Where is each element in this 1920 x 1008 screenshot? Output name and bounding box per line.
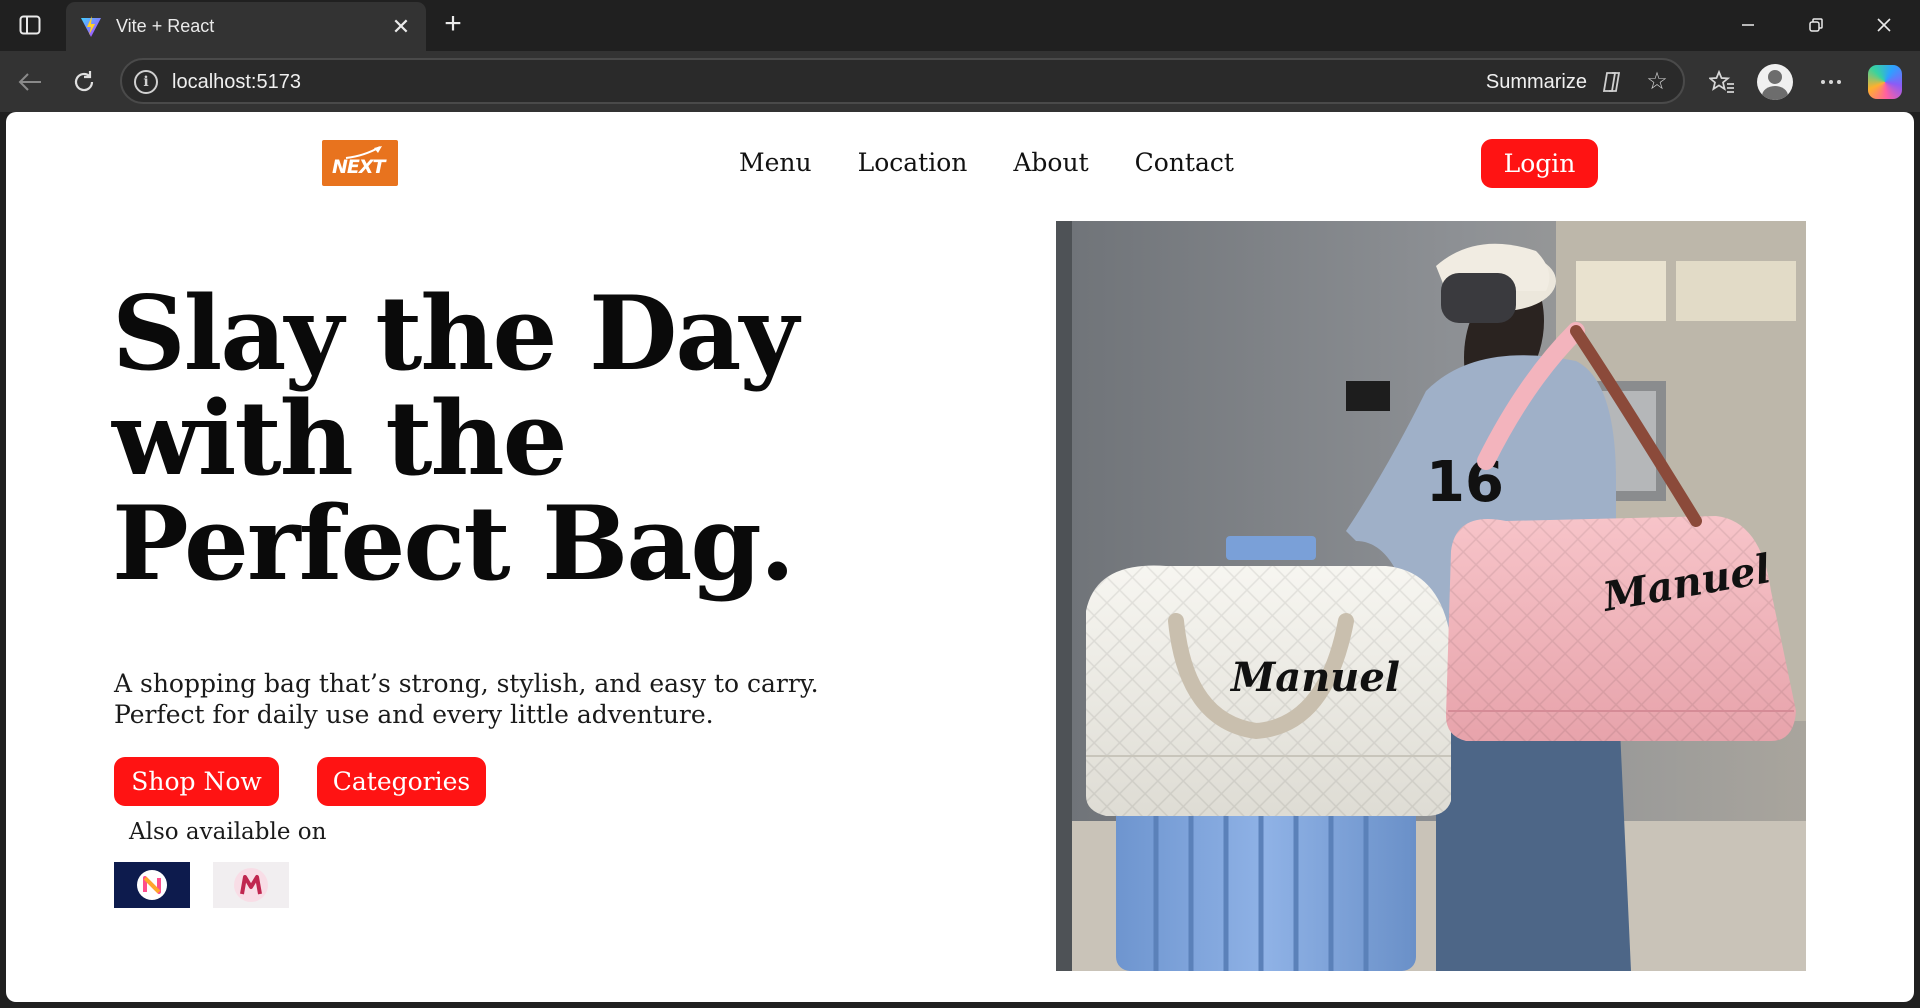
hero-heading-line: Slay the Day [112, 274, 799, 394]
copilot-icon[interactable] [1868, 65, 1902, 99]
restore-icon[interactable] [1796, 8, 1836, 42]
also-available-label: Also available on [129, 819, 327, 845]
nav-link-about[interactable]: About [1013, 148, 1088, 178]
hero-heading: Slay the Day with the Perfect Bag. [112, 282, 832, 597]
vite-logo-icon [78, 14, 104, 40]
store-logo-m-icon [234, 868, 268, 902]
browser-tab[interactable]: Vite + React ✕ [66, 2, 426, 51]
back-arrow-icon[interactable] [12, 64, 48, 100]
login-button[interactable]: Login [1481, 139, 1598, 188]
reload-icon[interactable] [66, 64, 102, 100]
site-info-icon[interactable]: i [134, 70, 158, 94]
minimize-icon[interactable] [1728, 8, 1768, 42]
shop-now-button[interactable]: Shop Now [114, 757, 279, 806]
sidebar-toggle-icon[interactable] [14, 12, 46, 38]
hero-product-photo: 16 Manuel Manuel [1056, 221, 1806, 971]
hero-heading-line: Perfect Bag. [112, 484, 795, 604]
nav-link-location[interactable]: Location [858, 148, 968, 178]
nav-link-menu[interactable]: Menu [739, 148, 812, 178]
brand-logo[interactable]: NEXT [322, 140, 398, 186]
left-bag-label: Manuel [1229, 654, 1400, 701]
browser-titlebar: Vite + React ✕ + [0, 0, 1920, 51]
tab-title: Vite + React [116, 16, 215, 36]
close-tab-icon[interactable]: ✕ [386, 12, 416, 42]
nav-link-contact[interactable]: Contact [1135, 148, 1234, 178]
favorite-star-icon[interactable]: ☆ [1643, 68, 1671, 96]
main-nav: Menu Location About Contact [739, 148, 1234, 178]
close-window-icon[interactable] [1864, 8, 1904, 42]
hero-heading-line: with the [112, 379, 568, 499]
address-bar[interactable]: i localhost:5173 Summarize ☆ [120, 58, 1685, 104]
logo-wordmark: NEXT [332, 156, 385, 178]
store-logo-n-icon [137, 870, 167, 900]
summarize-button[interactable]: Summarize [1486, 71, 1587, 94]
url-text[interactable]: localhost:5173 [172, 71, 301, 94]
summarize-icon[interactable] [1597, 69, 1625, 95]
categories-button[interactable]: Categories [317, 757, 486, 806]
browser-toolbar: i localhost:5173 Summarize ☆ [0, 51, 1920, 112]
store-badge-second[interactable] [213, 862, 289, 908]
hero-description: A shopping bag that’s strong, stylish, a… [114, 669, 819, 729]
more-options-icon[interactable] [1812, 63, 1850, 101]
store-badge-first[interactable] [114, 862, 190, 908]
profile-avatar-icon[interactable] [1757, 64, 1793, 100]
new-tab-icon[interactable]: + [436, 9, 470, 41]
favorites-icon[interactable] [1703, 63, 1741, 101]
page-viewport: NEXT Menu Location About Contact Login S… [6, 112, 1914, 1002]
